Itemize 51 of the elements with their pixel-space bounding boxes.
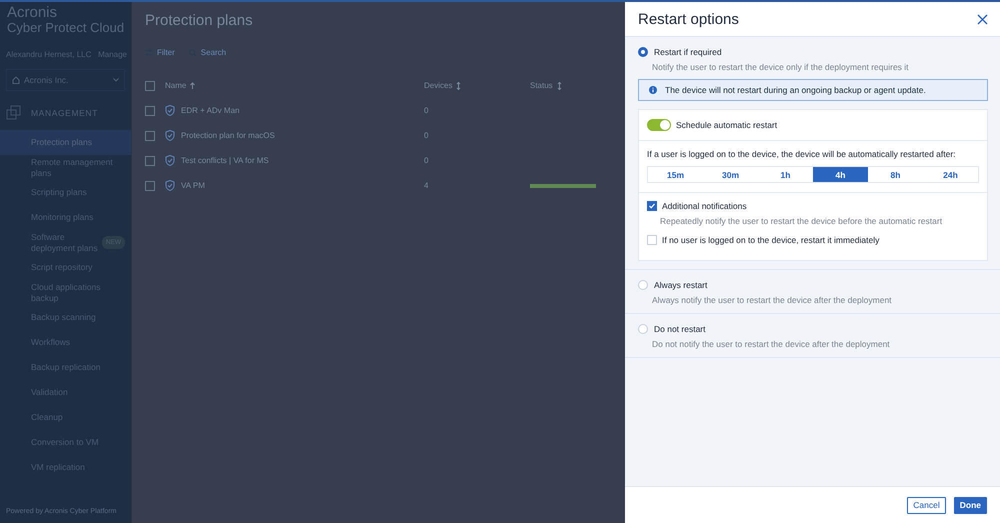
checkbox[interactable] — [145, 156, 155, 166]
column-header[interactable]: Status — [530, 81, 553, 90]
table-cell: EDR + ADv Man — [181, 106, 240, 115]
option-description: Always notify the user to restart the device after the deployment — [651, 294, 893, 305]
radio-button[interactable] — [638, 47, 648, 57]
prompt-text: If a user is logged on to the device, the device will be automatically restarted after: — [646, 148, 957, 159]
option-label[interactable]: Restart if required — [654, 47, 722, 57]
stacked-squares-icon — [6, 105, 21, 120]
duration-option[interactable]: 4h — [813, 167, 868, 182]
checkbox[interactable] — [145, 130, 155, 140]
table-cell: 4 — [424, 181, 428, 190]
checkbox-label[interactable]: Additional notifications — [662, 201, 747, 211]
panel-title: Restart options — [638, 10, 739, 28]
search-field[interactable]: Search — [188, 48, 226, 57]
arrow-up-icon[interactable] — [190, 82, 196, 89]
column-header[interactable]: Devices — [424, 81, 452, 90]
table-cell: 0 — [424, 131, 428, 140]
chevron-down-icon — [113, 78, 119, 82]
table-cell: 0 — [424, 106, 428, 115]
column-header[interactable]: Name — [165, 81, 186, 90]
checkbox[interactable] — [145, 180, 155, 190]
checkbox[interactable] — [145, 106, 155, 116]
toggle-label: Schedule automatic restart — [676, 120, 778, 130]
shield-check-icon — [165, 155, 175, 166]
shield-check-icon — [165, 105, 175, 116]
checkbox[interactable] — [647, 201, 657, 211]
shield-check-icon — [165, 130, 175, 141]
house-icon — [12, 76, 20, 84]
option-description: Do not notify the user to restart the device after the deployment — [651, 338, 891, 349]
option-label[interactable]: Do not restart — [654, 324, 706, 334]
checkbox-description: Repeatedly notify the user to restart the device before the automatic restart — [659, 215, 944, 226]
checkbox-label[interactable]: If no user is logged on to the device, restart it immediately — [662, 235, 880, 245]
done-button[interactable]: Done — [954, 496, 987, 514]
page-title: Protection plans — [144, 11, 254, 29]
filter-button[interactable]: Filter — [145, 48, 175, 57]
status-bar — [530, 184, 596, 188]
table-cell: Protection plan for macOS — [181, 131, 275, 140]
close-icon[interactable] — [977, 14, 988, 24]
sort-icon[interactable] — [556, 82, 562, 90]
toggle-switch[interactable] — [647, 119, 671, 131]
info-text: The device will not restart during an ongoing backup or agent update. — [665, 85, 926, 95]
cancel-button[interactable]: Cancel — [907, 496, 946, 514]
table-cell: Test conflicts | VA for MS — [181, 156, 269, 165]
info-icon — [649, 86, 657, 94]
checkbox[interactable] — [145, 80, 155, 90]
sort-icon[interactable] — [456, 82, 462, 90]
table-cell: VA PM — [181, 181, 205, 190]
option-label[interactable]: Always restart — [654, 280, 708, 290]
table-cell: 0 — [424, 156, 428, 165]
shield-check-icon — [165, 180, 175, 191]
option-description: Notify the user to restart the device only if the deployment requires it — [651, 61, 910, 72]
